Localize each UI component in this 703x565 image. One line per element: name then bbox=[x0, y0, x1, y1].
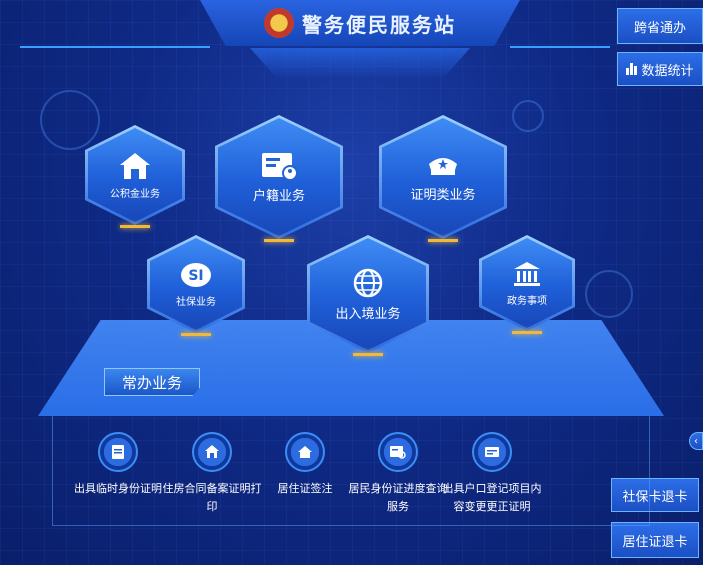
hex-immigration[interactable]: 出入境业务 bbox=[307, 235, 429, 356]
police-emblem-icon bbox=[264, 8, 294, 38]
gold-accent bbox=[264, 239, 294, 242]
hex-label: 政务事项 bbox=[507, 295, 547, 307]
statistics-button[interactable]: 数据统计 bbox=[617, 52, 703, 86]
gold-accent bbox=[120, 225, 150, 228]
residence-card-refund-label: 居住证退卡 bbox=[622, 534, 688, 550]
hex-label: 出入境业务 bbox=[335, 306, 401, 322]
collapse-arrow-button[interactable]: ‹ bbox=[689, 432, 703, 450]
bar-chart-icon bbox=[626, 63, 638, 75]
hex-government-affairs[interactable]: 政务事项 bbox=[479, 235, 575, 334]
service-housing-contract-print[interactable]: 住房合同备案证明打印 bbox=[162, 432, 262, 516]
decor-ring bbox=[585, 270, 633, 318]
header-right-line bbox=[510, 46, 610, 48]
hex-household[interactable]: 户籍业务 bbox=[215, 115, 343, 242]
statistics-label: 数据统计 bbox=[641, 63, 694, 79]
id-card-icon bbox=[262, 152, 298, 181]
service-id-progress-query[interactable]: 居民身份证进度查询服务 bbox=[348, 432, 448, 516]
hex-label: 社保业务 bbox=[176, 296, 216, 308]
gold-accent bbox=[181, 333, 211, 336]
page-title: 警务便民服务站 bbox=[302, 12, 456, 37]
hex-social-security[interactable]: SI 社保业务 bbox=[147, 235, 245, 336]
police-cap-icon bbox=[429, 157, 457, 175]
service-label: 住房合同备案证明打印 bbox=[162, 482, 262, 513]
gold-accent bbox=[428, 239, 458, 242]
service-label: 出具临时身份证明 bbox=[74, 482, 162, 495]
gold-accent bbox=[353, 353, 383, 356]
hex-certificate[interactable]: 证明类业务 bbox=[379, 115, 507, 242]
service-label: 居民身份证进度查询服务 bbox=[348, 482, 448, 513]
certificate-icon bbox=[472, 432, 512, 472]
hex-housing-fund[interactable]: 公积金业务 bbox=[85, 125, 185, 228]
service-residence-permit-endorse[interactable]: 居住证签注 bbox=[255, 432, 355, 498]
globe-icon bbox=[353, 268, 383, 297]
house-stamp-icon bbox=[285, 432, 325, 472]
cross-province-label: 跨省通办 bbox=[633, 20, 686, 36]
hex-label: 公积金业务 bbox=[110, 188, 160, 200]
header-left-line bbox=[20, 46, 210, 48]
hex-label: 户籍业务 bbox=[252, 188, 305, 204]
common-services-title: 常办业务 bbox=[104, 368, 200, 396]
document-icon bbox=[98, 432, 138, 472]
decor-ring bbox=[512, 100, 544, 132]
service-temporary-id-proof[interactable]: 出具临时身份证明 bbox=[68, 432, 168, 498]
service-label: 出具户口登记项目内容变更更正证明 bbox=[442, 482, 542, 513]
service-household-change-proof[interactable]: 出具户口登记项目内容变更更正证明 bbox=[442, 432, 542, 516]
cross-province-button[interactable]: 跨省通办 bbox=[617, 8, 703, 44]
house-print-icon bbox=[192, 432, 232, 472]
hex-label: 证明类业务 bbox=[410, 187, 476, 203]
government-building-icon bbox=[514, 261, 540, 286]
house-icon bbox=[120, 152, 150, 179]
residence-card-refund-button[interactable]: 居住证退卡 bbox=[611, 522, 699, 558]
id-search-icon bbox=[378, 432, 418, 472]
gold-accent bbox=[512, 331, 542, 334]
svg-text:SI: SI bbox=[188, 268, 203, 284]
social-security-icon: SI bbox=[181, 262, 211, 287]
service-label: 居住证签注 bbox=[277, 482, 333, 495]
page-header: 警务便民服务站 bbox=[200, 0, 520, 46]
header-underlay bbox=[250, 48, 470, 78]
